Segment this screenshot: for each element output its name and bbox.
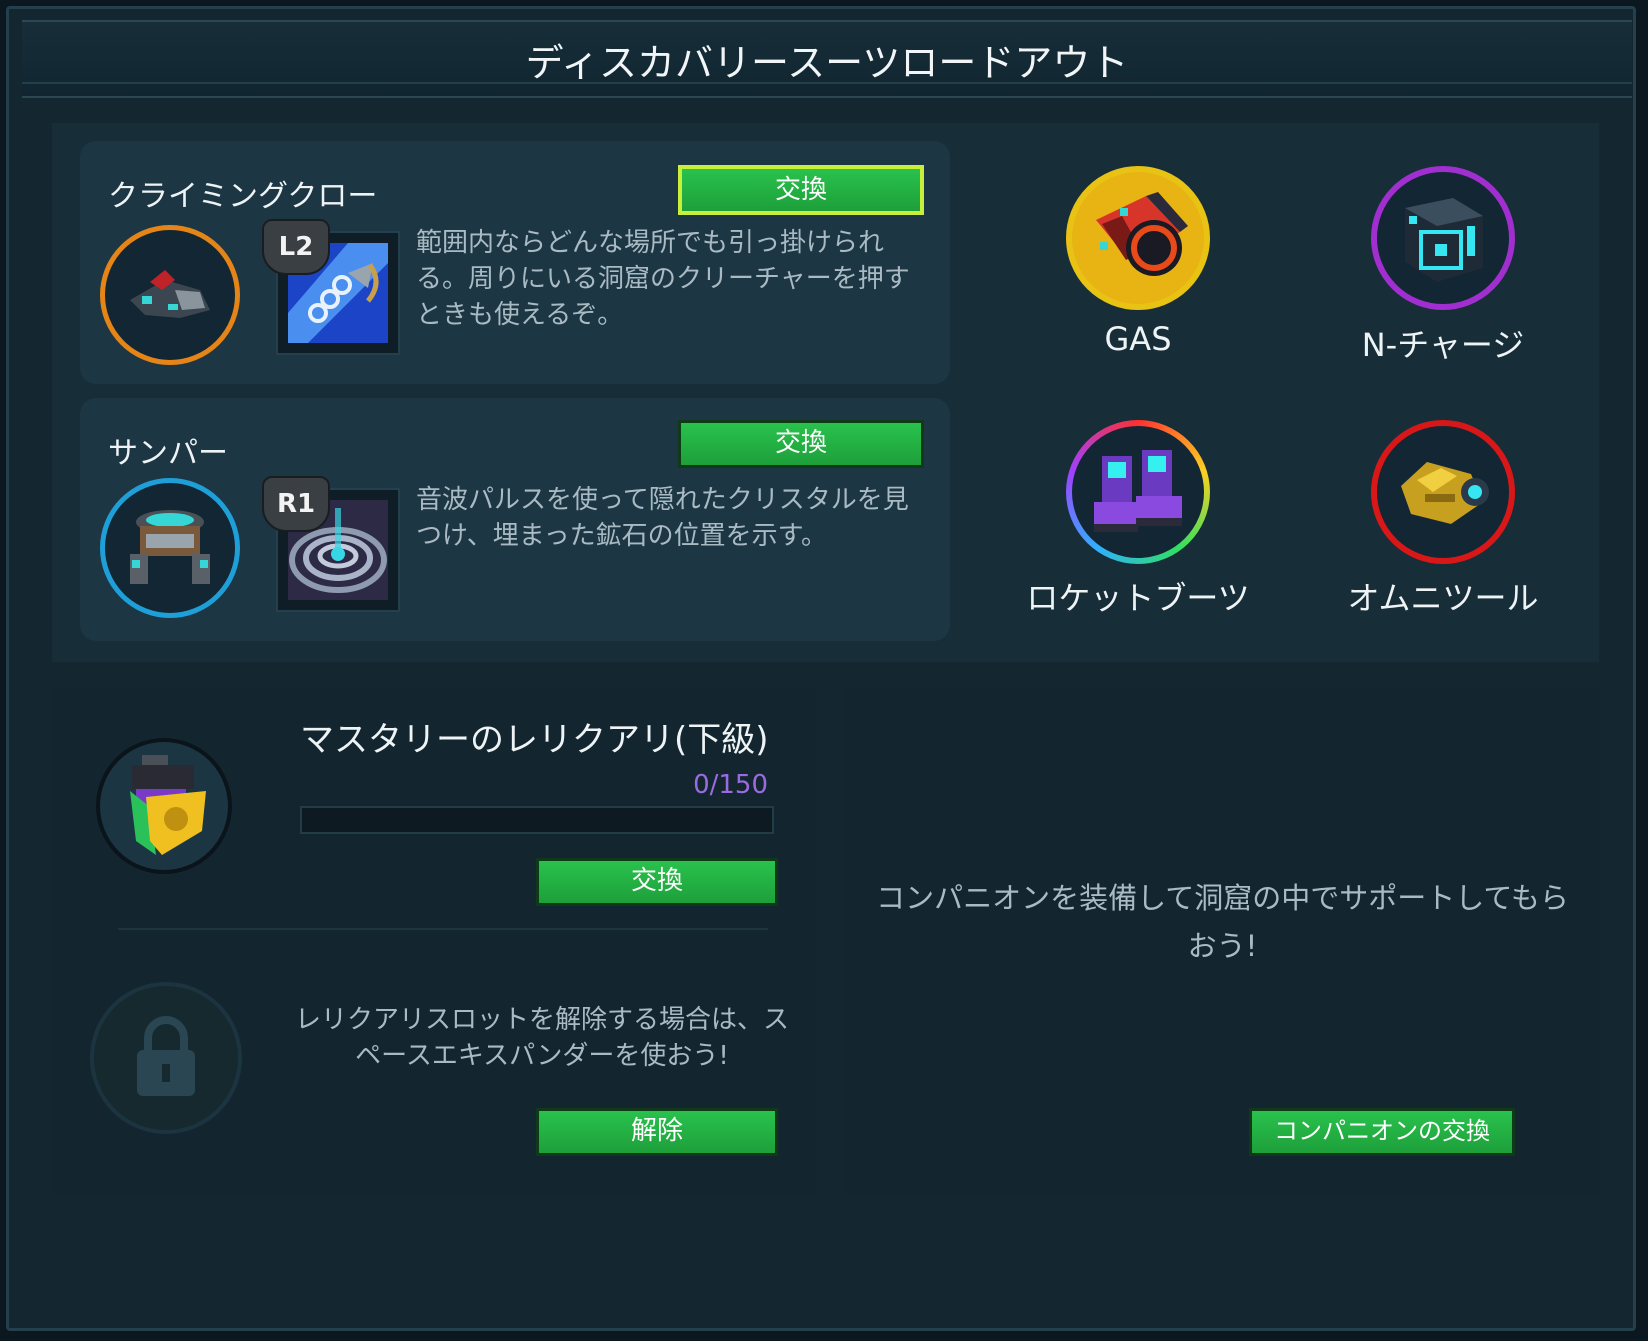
- r1-button-badge: R1: [262, 476, 330, 532]
- rocket-boots-icon[interactable]: [1066, 420, 1210, 564]
- relic-divider: [118, 928, 768, 930]
- relic-swap-button[interactable]: 交換: [536, 858, 778, 906]
- title-bar: ディスカバリースーツロードアウト: [22, 20, 1632, 98]
- gadget-label-omni-tool: オムニツール: [1347, 579, 1539, 617]
- companion-text: コンパニオンを装備して洞窟の中でサポートしてもらおう!: [876, 881, 1569, 963]
- item-card-climbing-claw: クライミングクロー 交換 L2 範囲内ならどんな場所でも引っ掛けられる。周りにい…: [80, 141, 950, 384]
- swap-button[interactable]: 交換: [678, 165, 924, 215]
- item-name: クライミングクロー: [108, 179, 378, 214]
- relic-title: マスタリーのレリクアリ(下級): [300, 720, 769, 760]
- relic-icon[interactable]: [96, 738, 232, 874]
- gas-canister-icon[interactable]: [1066, 166, 1210, 310]
- thumper-icon[interactable]: [100, 478, 240, 618]
- window-title: ディスカバリースーツロードアウト: [525, 41, 1129, 85]
- gadget-label-n-charge: N-チャージ: [1361, 326, 1525, 364]
- title-divider: [22, 82, 1632, 84]
- relic-progress-text: 0/150: [693, 770, 768, 800]
- grappling-claw-icon[interactable]: [100, 225, 240, 365]
- gadget-label-gas: GAS: [1104, 320, 1172, 358]
- swap-button[interactable]: 交換: [678, 420, 924, 468]
- gadget-label-rocket-boots: ロケットブーツ: [1026, 579, 1250, 617]
- relic-progress-bar: [300, 806, 774, 834]
- item-description: 音波パルスを使って隠れたクリスタルを見つけ、埋まった鉱石の位置を示す。: [416, 485, 909, 551]
- relic-lock-text: レリクアリスロットを解除する場合は、スペースエキスパンダーを使おう!: [294, 1005, 789, 1071]
- unlock-button[interactable]: 解除: [536, 1108, 778, 1156]
- n-charge-icon[interactable]: [1371, 166, 1515, 310]
- l2-button-badge: L2: [262, 219, 330, 275]
- omni-tool-icon[interactable]: [1371, 420, 1515, 564]
- item-name: サンパー: [108, 436, 228, 471]
- companion-swap-button[interactable]: コンパニオンの交換: [1249, 1108, 1515, 1156]
- item-card-thumper: サンパー 交換 R1 音波パルスを使って隠れたクリスタルを見つけ、埋まった鉱石の…: [80, 398, 950, 641]
- item-description: 範囲内ならどんな場所でも引っ掛けられる。周りにいる洞窟のクリーチャーを押すときも…: [416, 228, 910, 330]
- lock-icon: [90, 982, 242, 1134]
